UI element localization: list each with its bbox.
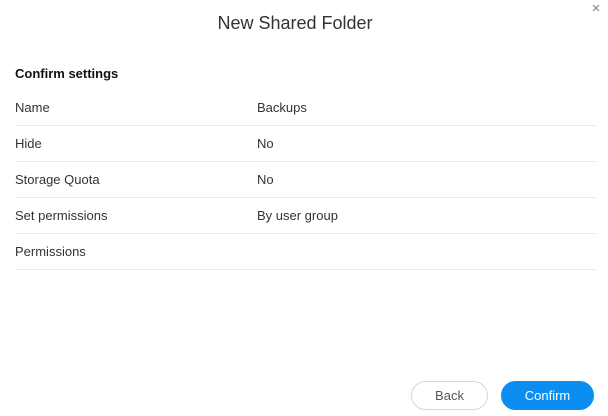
section-title: Confirm settings xyxy=(15,66,119,81)
setting-label: Hide xyxy=(15,136,42,151)
settings-row-name: Name Backups xyxy=(15,90,596,126)
new-shared-folder-dialog: New Shared Folder Confirm settings Name … xyxy=(0,0,608,416)
settings-row-set-permissions: Set permissions By user group xyxy=(15,198,596,234)
settings-row-storage-quota: Storage Quota No xyxy=(15,162,596,198)
setting-value: By user group xyxy=(257,208,338,223)
setting-label: Permissions xyxy=(15,244,86,259)
setting-value: No xyxy=(257,172,274,187)
setting-label: Storage Quota xyxy=(15,172,100,187)
dialog-title: New Shared Folder xyxy=(217,13,373,33)
settings-summary-list: Name Backups Hide No Storage Quota No Se… xyxy=(15,90,596,270)
setting-value: No xyxy=(257,136,274,151)
close-icon[interactable] xyxy=(589,1,603,15)
settings-row-permissions: Permissions xyxy=(15,234,596,270)
setting-value: Backups xyxy=(257,100,307,115)
confirm-button[interactable]: Confirm xyxy=(501,381,594,410)
setting-label: Name xyxy=(15,100,50,115)
setting-label: Set permissions xyxy=(15,208,108,223)
settings-row-hide: Hide No xyxy=(15,126,596,162)
close-icon-glyph xyxy=(592,4,600,12)
back-button[interactable]: Back xyxy=(411,381,488,410)
